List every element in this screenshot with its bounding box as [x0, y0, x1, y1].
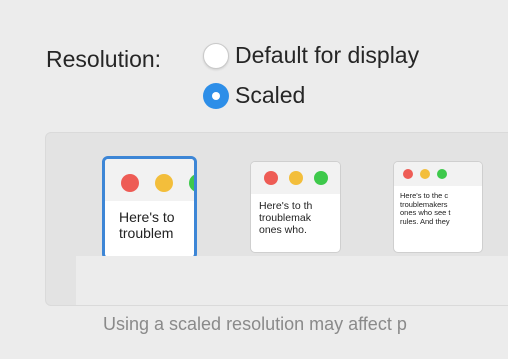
minimize-dot-icon — [155, 174, 173, 192]
radio-selected-icon[interactable] — [203, 82, 229, 109]
resolution-option-scaled[interactable]: Scaled — [203, 82, 305, 109]
thumbnail-text: Here's to the c troublemakers ones who s… — [400, 191, 451, 226]
scale-thumbnail-medium[interactable]: Here's to th troublemak ones who. — [250, 161, 341, 253]
radio-unselected-icon[interactable] — [203, 42, 229, 69]
resolution-label: Resolution: — [46, 46, 162, 72]
zoom-dot-icon — [437, 169, 447, 179]
thumbnail-text: Here's to troublem — [119, 209, 175, 242]
minimize-dot-icon — [420, 169, 430, 179]
close-dot-icon — [121, 174, 139, 192]
close-dot-icon — [264, 171, 278, 185]
option-label-scaled: Scaled — [235, 82, 306, 108]
scale-thumbnail-larger-text[interactable]: Here's to troublem — [102, 156, 197, 260]
option-label-default: Default for display — [235, 42, 420, 68]
scaled-resolution-note: Using a scaled resolution may affect p — [103, 314, 407, 334]
resolution-option-default[interactable]: Default for display — [203, 42, 419, 69]
minimize-dot-icon — [289, 171, 303, 185]
thumbnail-text: Here's to th troublemak ones who. — [259, 200, 313, 237]
close-dot-icon — [403, 169, 413, 179]
scale-thumbnail-more-space[interactable]: Here's to the c troublemakers ones who s… — [393, 161, 483, 253]
panel-overlay-strip — [76, 256, 508, 305]
zoom-dot-icon — [314, 171, 328, 185]
